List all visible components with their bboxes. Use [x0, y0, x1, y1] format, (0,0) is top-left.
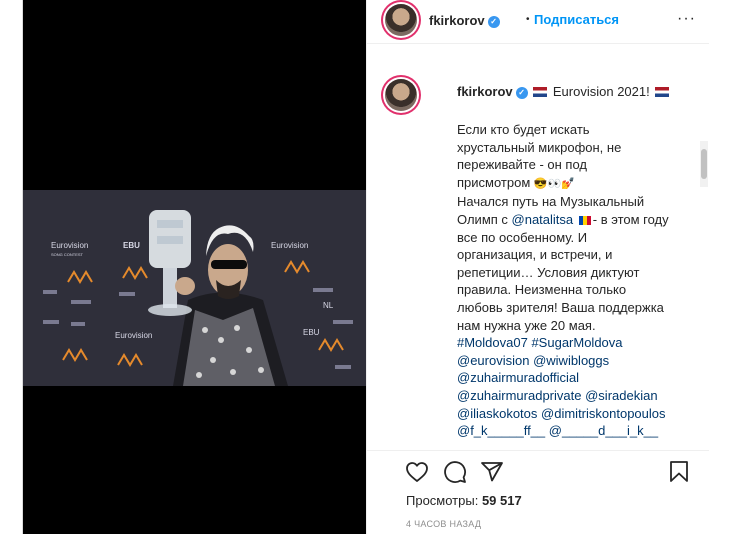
caption-username[interactable]: fkirkorov: [457, 84, 513, 99]
netherlands-flag-icon: [533, 87, 548, 97]
author-avatar[interactable]: [385, 4, 417, 36]
caption-author-avatar[interactable]: [385, 79, 417, 111]
action-bar: [367, 450, 709, 490]
svg-text:Eurovision: Eurovision: [115, 331, 152, 340]
netherlands-flag-icon: [655, 87, 670, 97]
mention-iliaskokotos-link[interactable]: @iliaskokotos: [457, 406, 537, 421]
mention-zuhairmuradprivate-link[interactable]: @zuhairmuradprivate: [457, 388, 581, 403]
post-timestamp[interactable]: 4 часов назад: [406, 519, 481, 529]
post-media[interactable]: Eurovision SONG CONTEST EBU Eurovision E…: [23, 0, 366, 534]
caption-headline: Eurovision 2021!: [552, 84, 650, 99]
mention-zuhairmuradofficial-link[interactable]: @zuhairmuradofficial: [457, 370, 579, 385]
caption-text: Если кто будет искать хрустальный микроф…: [457, 121, 682, 440]
post-sidebar: fkirkorov ✓ • Подписаться ··· fkirkorov ✓ …: [366, 0, 709, 534]
mention-dimitriskontopoulos-link[interactable]: @dimitriskontopoulos: [541, 406, 665, 421]
author-username[interactable]: fkirkorov ✓: [429, 13, 500, 28]
comment-icon[interactable]: [443, 460, 467, 484]
mention-natalitsa-link[interactable]: @natalitsa: [512, 212, 574, 227]
post-modal: Eurovision SONG CONTEST EBU Eurovision E…: [22, 0, 709, 534]
svg-text:Eurovision: Eurovision: [271, 241, 308, 250]
verified-badge-icon: ✓: [487, 16, 500, 28]
caption-cut-line[interactable]: @f_k_____ff__ @_____d___i_k__: [457, 422, 682, 440]
header-separator: •: [526, 14, 530, 25]
mention-eurovision-link[interactable]: @eurovision: [457, 353, 529, 368]
more-options-icon[interactable]: ···: [677, 10, 696, 28]
mention-siradekian-link[interactable]: @siradekian: [585, 388, 657, 403]
hashtag-sugarmoldova-link[interactable]: #SugarMoldova: [531, 335, 622, 350]
verified-badge-icon: ✓: [515, 87, 528, 99]
views-value: 59 517: [481, 493, 522, 508]
moldova-flag-icon: [578, 215, 591, 225]
emoji-sunglasses-eyes-icon: 😎👀💅: [533, 177, 575, 190]
heart-icon[interactable]: [405, 460, 429, 484]
svg-text:EBU: EBU: [123, 241, 140, 250]
views-label: Просмотры:: [406, 493, 479, 508]
backdrop-logo-text: Eurovision: [51, 241, 88, 250]
svg-text:SONG CONTEST: SONG CONTEST: [51, 252, 84, 257]
caption-scrollbar-thumb[interactable]: [701, 149, 707, 179]
svg-text:EBU: EBU: [303, 328, 320, 337]
views-count[interactable]: Просмотры: 59 517: [406, 493, 522, 508]
caption-scrollbar[interactable]: [700, 141, 708, 187]
caption-area: fkirkorov ✓ Eurovision 2021! Если кто буд…: [367, 57, 709, 450]
paper-plane-icon[interactable]: [480, 460, 504, 484]
subscribe-button[interactable]: Подписаться: [534, 12, 619, 27]
post-header: fkirkorov ✓ • Подписаться ···: [367, 0, 709, 44]
mention-wiwibloggs-link[interactable]: @wiwibloggs: [533, 353, 609, 368]
caption-header: fkirkorov ✓ Eurovision 2021!: [457, 84, 671, 99]
bookmark-icon[interactable]: [667, 460, 691, 484]
post-photo: Eurovision SONG CONTEST EBU Eurovision E…: [23, 190, 366, 386]
hashtag-moldova07-link[interactable]: #Moldova07: [457, 335, 528, 350]
svg-text:NL: NL: [323, 301, 334, 310]
